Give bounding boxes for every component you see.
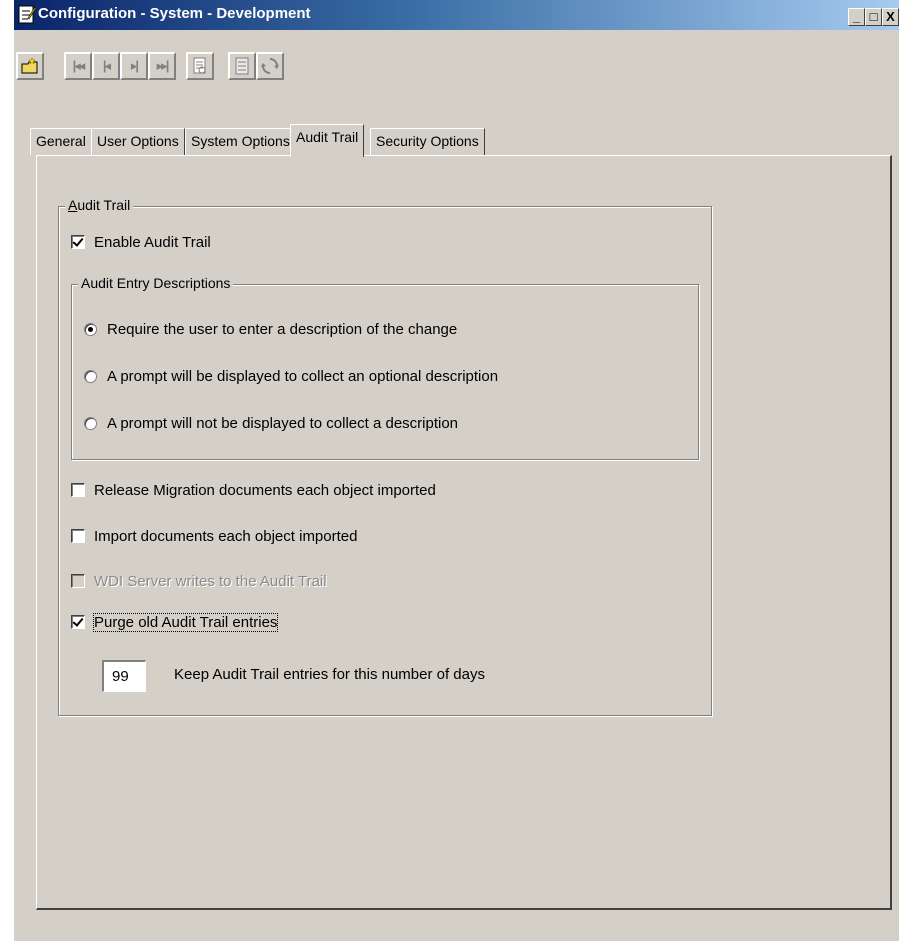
title-bar[interactable]: Configuration - System - Development _ □… (14, 0, 899, 30)
refresh-button[interactable] (256, 52, 284, 80)
new-folder-icon (21, 57, 38, 74)
tab-audit-trail[interactable]: Audit Trail (290, 124, 365, 157)
import-documents-check[interactable] (71, 529, 85, 543)
print-preview-button[interactable] (186, 52, 214, 80)
audit-entry-descriptions-label: Audit Entry Descriptions (78, 275, 234, 291)
purge-old-entries-label: Purge old Audit Trail entries (92, 612, 279, 632)
wdi-server-check (71, 574, 85, 588)
window-title: Configuration - System - Development (38, 5, 311, 22)
radio-no-description[interactable]: A prompt will not be displayed to collec… (84, 412, 458, 434)
new-button[interactable] (16, 52, 44, 80)
radio-require-description-label: Require the user to enter a description … (107, 320, 458, 338)
wdi-server-checkbox: WDI Server writes to the Audit Trail (71, 570, 327, 592)
radio-require-description[interactable]: Require the user to enter a description … (84, 318, 457, 340)
keep-days-input[interactable]: 99 (102, 660, 146, 692)
document-icon (193, 57, 206, 74)
maximize-button[interactable]: □ (865, 8, 882, 26)
configuration-window: Configuration - System - Development _ □… (14, 0, 899, 941)
previous-record-icon: |◂ (102, 58, 111, 73)
import-documents-checkbox[interactable]: Import documents each object imported (71, 525, 357, 547)
tab-system-options[interactable]: System Options (185, 128, 296, 155)
purge-old-entries-check[interactable] (71, 615, 85, 629)
close-button[interactable]: X (882, 8, 899, 26)
tab-user-options[interactable]: User Options (91, 128, 185, 155)
keep-days-label: Keep Audit Trail entries for this number… (174, 666, 485, 683)
last-record-icon: ▸▸| (156, 58, 170, 73)
radio-require-description-dot[interactable] (84, 322, 97, 336)
radio-no-description-dot[interactable] (84, 416, 97, 430)
import-documents-label: Import documents each object imported (94, 527, 358, 545)
app-icon (18, 4, 37, 24)
radio-optional-description-label: A prompt will be displayed to collect an… (107, 367, 499, 385)
tab-security-options[interactable]: Security Options (370, 128, 485, 155)
audit-trail-group-label: Audit Trail (65, 197, 134, 213)
radio-optional-description[interactable]: A prompt will be displayed to collect an… (84, 365, 498, 387)
refresh-icon (261, 58, 279, 74)
wdi-server-label: WDI Server writes to the Audit Trail (94, 572, 327, 590)
list-icon (235, 57, 249, 75)
audit-trail-tab-page: Audit Trail Enable Audit Trail Audit Ent… (36, 155, 892, 910)
release-migration-check[interactable] (71, 483, 85, 497)
first-record-button[interactable]: |◂◂ (64, 52, 92, 80)
enable-audit-trail-label: Enable Audit Trail (94, 233, 211, 251)
enable-audit-trail-check[interactable] (71, 235, 85, 249)
next-record-button[interactable]: ▸| (120, 52, 148, 80)
next-record-icon: ▸| (130, 58, 139, 73)
tab-general[interactable]: General (30, 128, 92, 155)
list-button[interactable] (228, 52, 256, 80)
purge-old-entries-checkbox[interactable]: Purge old Audit Trail entries (71, 611, 279, 633)
toolbar: |◂◂ |◂ ▸| ▸▸| (14, 40, 899, 82)
radio-optional-description-dot[interactable] (84, 369, 97, 383)
release-migration-label: Release Migration documents each object … (94, 481, 436, 499)
enable-audit-trail-checkbox[interactable]: Enable Audit Trail (71, 231, 211, 253)
minimize-button[interactable]: _ (848, 8, 865, 26)
last-record-button[interactable]: ▸▸| (148, 52, 176, 80)
first-record-icon: |◂◂ (72, 58, 86, 73)
previous-record-button[interactable]: |◂ (92, 52, 120, 80)
release-migration-checkbox[interactable]: Release Migration documents each object … (71, 479, 436, 501)
radio-no-description-label: A prompt will not be displayed to collec… (107, 414, 459, 432)
